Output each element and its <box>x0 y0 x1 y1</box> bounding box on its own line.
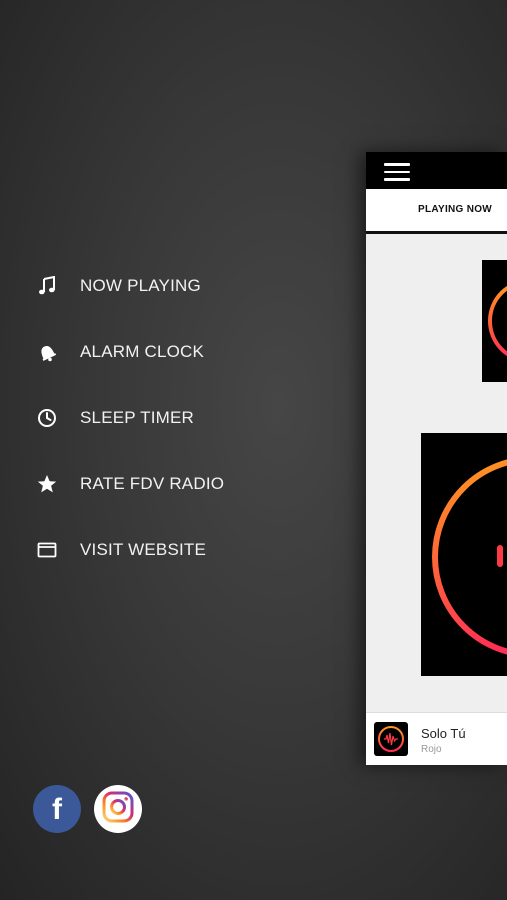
tab-playing-now[interactable]: PLAYING NOW <box>418 204 492 215</box>
menu-item-now-playing[interactable]: NOW PLAYING <box>34 266 294 306</box>
app-header-bar <box>366 152 507 189</box>
star-icon <box>34 471 60 497</box>
mini-player-thumbnail <box>374 722 408 756</box>
menu-item-alarm-clock[interactable]: ALARM CLOCK <box>34 332 294 372</box>
now-playing-title: Solo Tú <box>421 726 466 741</box>
menu-item-visit-website[interactable]: VISIT WEBSITE <box>34 530 294 570</box>
now-playing-artist: Rojo <box>421 744 442 755</box>
menu-item-sleep-timer[interactable]: SLEEP TIMER <box>34 398 294 438</box>
instagram-button[interactable] <box>94 785 142 833</box>
bell-icon <box>34 339 60 365</box>
facebook-icon: f <box>52 793 62 826</box>
station-logo-small <box>482 260 507 382</box>
menu-item-label: ALARM CLOCK <box>80 342 205 361</box>
instagram-icon <box>101 790 135 829</box>
album-art <box>421 433 507 676</box>
menu-item-label: NOW PLAYING <box>80 276 201 295</box>
tab-bar: PLAYING NOW <box>366 189 507 234</box>
menu-item-label: SLEEP TIMER <box>80 408 195 427</box>
app-preview-panel[interactable]: PLAYING NOW Solo Tú Rojo <box>366 152 507 765</box>
hamburger-menu-icon[interactable] <box>384 163 410 181</box>
menu-item-label: VISIT WEBSITE <box>80 540 207 559</box>
browser-window-icon <box>34 537 60 563</box>
mini-player[interactable]: Solo Tú Rojo <box>366 712 507 765</box>
music-note-icon <box>34 273 60 299</box>
menu-item-rate-app[interactable]: RATE FDV RADIO <box>34 464 294 504</box>
menu-item-label: RATE FDV RADIO <box>80 474 225 493</box>
clock-icon <box>34 405 60 431</box>
facebook-button[interactable]: f <box>33 785 81 833</box>
